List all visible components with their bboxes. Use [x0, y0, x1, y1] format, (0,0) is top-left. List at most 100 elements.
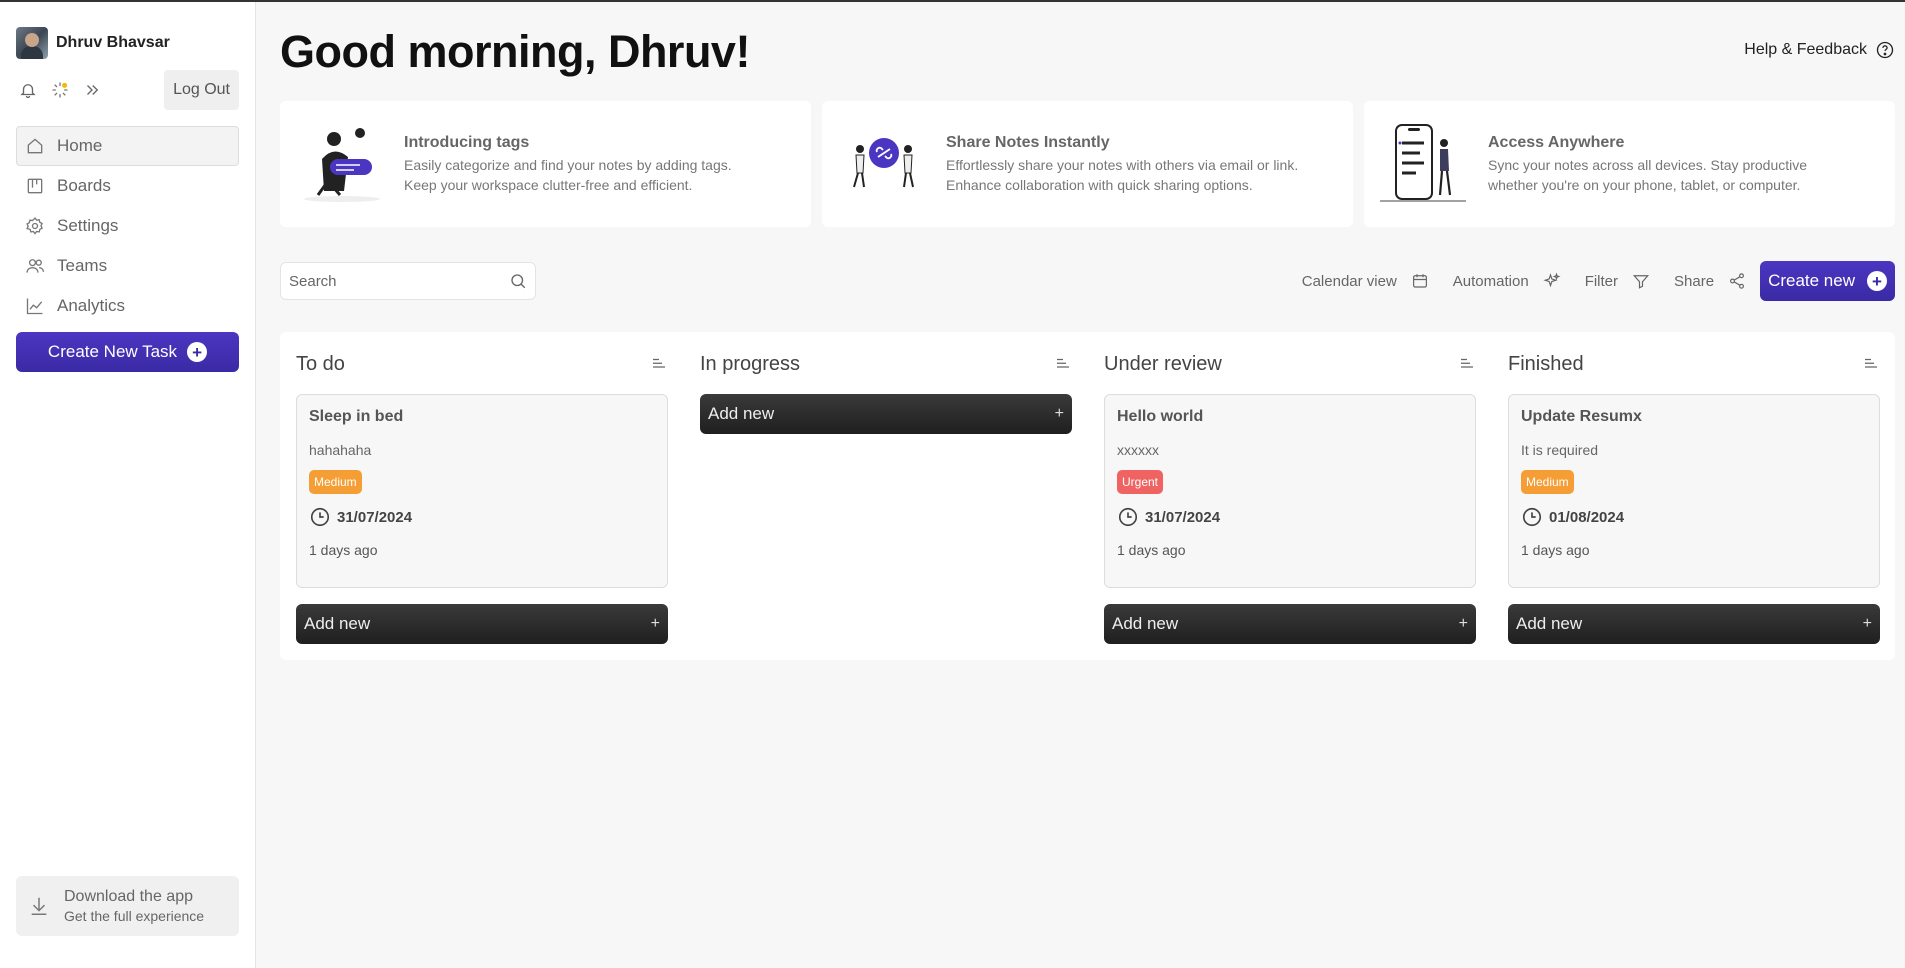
- board-toolbar: Calendar view Automation Filter Share Cr…: [280, 261, 1895, 301]
- sort-icon[interactable]: [1862, 355, 1880, 373]
- sidebar-item-teams[interactable]: Teams: [16, 246, 239, 286]
- gear-icon: [26, 217, 43, 235]
- task-title: Sleep in bed: [309, 408, 404, 425]
- avatar: [16, 27, 48, 59]
- task-deadline: 31/07/2024: [309, 506, 655, 528]
- promo-card-tags: Introducing tags Easily categorize and f…: [280, 101, 811, 227]
- chart-icon: [26, 298, 43, 315]
- task-card[interactable]: Sleep in bed hahahaha Medium 31/07/2024 …: [296, 394, 668, 588]
- double-chevron-right-icon[interactable]: [80, 78, 104, 102]
- help-feedback-label: Help & Feedback: [1744, 41, 1867, 58]
- create-new-task-button[interactable]: Create New Task +: [16, 332, 239, 372]
- promo-description: Sync your notes across all devices. Stay…: [1488, 155, 1807, 195]
- sidebar-nav: Home Boards Settings Teams Analytics Cre…: [16, 126, 239, 372]
- plus-icon: +: [1054, 405, 1064, 422]
- download-app-banner[interactable]: Download the app Get the full experience: [16, 876, 239, 936]
- add-new-button[interactable]: Add new +: [296, 604, 668, 644]
- sort-icon[interactable]: [650, 355, 668, 373]
- promo-title: Access Anywhere: [1488, 133, 1625, 151]
- add-new-button[interactable]: Add new +: [700, 394, 1072, 434]
- user-name: Dhruv Bhavsar: [56, 34, 170, 51]
- task-description: hahahaha: [309, 442, 372, 458]
- task-deadline: 31/07/2024: [1117, 506, 1463, 528]
- column-finished: Finished Update Resumx It is required Me…: [1508, 332, 1880, 660]
- task-date: 31/07/2024: [1145, 508, 1221, 526]
- task-title: Update Resumx: [1521, 408, 1642, 425]
- promo-line: Enhance collaboration with quick sharing…: [946, 176, 1253, 193]
- add-new-label: Add new: [304, 614, 371, 633]
- task-age: 1 days ago: [1117, 542, 1186, 558]
- promo-description: Easily categorize and find your notes by…: [404, 155, 732, 195]
- add-new-button[interactable]: Add new +: [1104, 604, 1476, 644]
- phone-illustration: [1380, 124, 1466, 202]
- task-age: 1 days ago: [309, 542, 378, 558]
- add-new-button[interactable]: Add new +: [1508, 604, 1880, 644]
- sparkles-icon: [1543, 272, 1561, 288]
- add-new-label: Add new: [1516, 614, 1583, 633]
- user-profile[interactable]: Dhruv Bhavsar: [16, 26, 239, 60]
- promo-card-access: Access Anywhere Sync your notes across a…: [1364, 101, 1895, 227]
- task-description: xxxxxx: [1117, 442, 1159, 458]
- automation-button[interactable]: Automation: [1453, 272, 1561, 290]
- sidebar-item-boards[interactable]: Boards: [16, 166, 239, 206]
- filter-icon: [1632, 275, 1650, 289]
- main-content: Good morning, Dhruv! Help & Feedback Int…: [280, 2, 1895, 968]
- priority-badge: Urgent: [1117, 470, 1164, 494]
- plus-icon: +: [1862, 615, 1872, 632]
- sidebar-item-analytics[interactable]: Analytics: [16, 286, 239, 326]
- logout-button[interactable]: Log Out: [164, 70, 239, 110]
- search-box: [280, 262, 536, 300]
- column-title: In progress: [700, 352, 801, 375]
- sidebar-item-label: Analytics: [57, 296, 126, 315]
- promo-cards: Introducing tags Easily categorize and f…: [280, 101, 1895, 227]
- add-new-label: Add new: [708, 404, 775, 423]
- download-title: Download the app: [64, 888, 193, 905]
- bell-icon[interactable]: [16, 78, 40, 102]
- promo-title: Share Notes Instantly: [946, 133, 1110, 151]
- loader-icon[interactable]: [48, 78, 72, 102]
- sidebar-item-settings[interactable]: Settings: [16, 206, 239, 246]
- tags-illustration: [304, 128, 380, 202]
- sidebar-item-label: Settings: [57, 216, 119, 235]
- add-new-label: Add new: [1112, 614, 1179, 633]
- column-header: In progress: [700, 332, 1072, 394]
- task-age: 1 days ago: [1521, 542, 1590, 558]
- share-illustration: [853, 138, 914, 188]
- create-new-button[interactable]: Create new +: [1760, 261, 1895, 301]
- column-todo: To do Sleep in bed hahahaha Medium 31/07…: [296, 332, 668, 660]
- search-input[interactable]: [289, 272, 509, 290]
- calendar-view-button[interactable]: Calendar view: [1302, 272, 1429, 290]
- search-icon[interactable]: [509, 272, 527, 290]
- filter-label: Filter: [1584, 272, 1619, 290]
- plus-circle-icon: +: [187, 342, 208, 362]
- sidebar-icon-row: Log Out: [16, 70, 239, 110]
- promo-line: Easily categorize and find your notes by…: [404, 156, 732, 173]
- plus-icon: +: [1458, 615, 1468, 632]
- calendar-view-label: Calendar view: [1301, 272, 1397, 290]
- filter-button[interactable]: Filter: [1585, 272, 1650, 290]
- column-header: Under review: [1104, 332, 1476, 394]
- calendar-icon: [1412, 274, 1427, 288]
- sort-icon[interactable]: [1054, 355, 1072, 373]
- priority-badge: Medium: [309, 470, 362, 494]
- automation-label: Automation: [1452, 272, 1529, 290]
- help-feedback-link[interactable]: Help & Feedback: [1744, 40, 1895, 60]
- home-icon: [27, 138, 43, 154]
- clock-icon: [310, 507, 330, 527]
- column-in-progress: In progress Add new +: [700, 332, 1072, 660]
- create-new-label: Create new: [1768, 271, 1855, 290]
- promo-line: Effortlessly share your notes with other…: [946, 156, 1299, 173]
- promo-line: Keep your workspace clutter-free and eff…: [404, 176, 693, 193]
- promo-card-share: Share Notes Instantly Effortlessly share…: [822, 101, 1353, 227]
- users-icon: [26, 259, 44, 273]
- task-title: Hello world: [1117, 408, 1204, 425]
- share-button[interactable]: Share: [1674, 272, 1746, 290]
- share-icon: [1730, 273, 1745, 289]
- task-card[interactable]: Hello world xxxxxx Urgent 31/07/2024 1 d…: [1104, 394, 1476, 588]
- sort-icon[interactable]: [1458, 355, 1476, 373]
- sidebar-item-label: Boards: [57, 176, 111, 195]
- task-card[interactable]: Update Resumx It is required Medium 01/0…: [1508, 394, 1880, 588]
- sidebar-item-home[interactable]: Home: [16, 126, 239, 166]
- column-title: To do: [296, 352, 345, 375]
- task-deadline: 01/08/2024: [1521, 506, 1867, 528]
